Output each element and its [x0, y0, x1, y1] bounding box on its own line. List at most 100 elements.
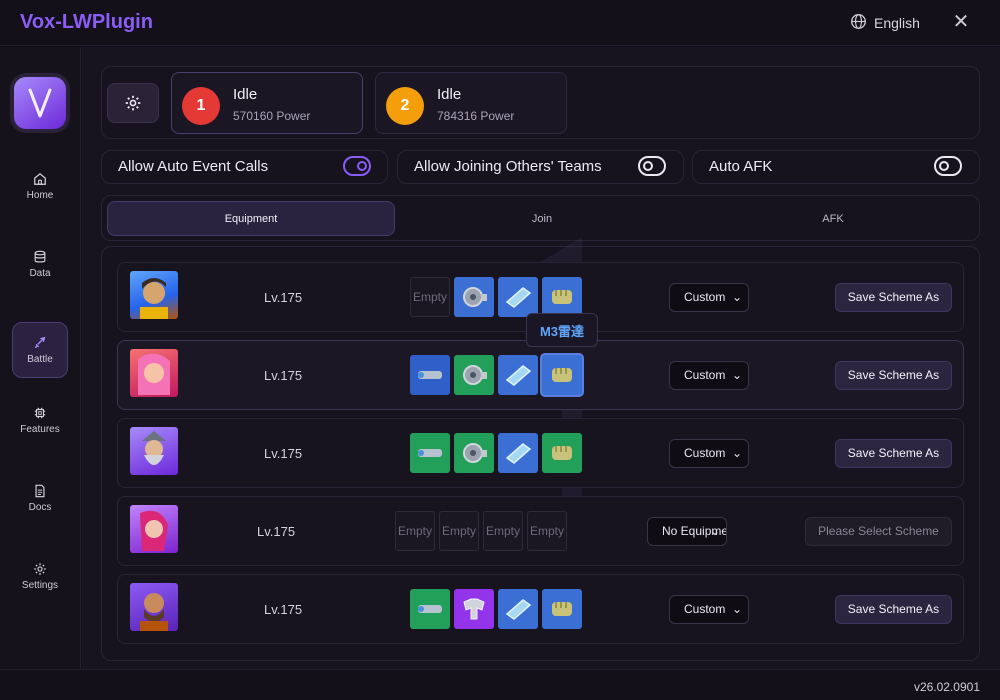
- tab-equipment[interactable]: Equipment: [107, 201, 395, 236]
- team-number-badge: 2: [386, 87, 424, 125]
- save-scheme-button[interactable]: Save Scheme As: [835, 361, 952, 390]
- join-others-teams-toggle[interactable]: [638, 156, 666, 176]
- equipment-slot[interactable]: [410, 355, 450, 395]
- gear-part-icon: [463, 365, 487, 385]
- globe-icon: [850, 13, 867, 33]
- chevron-down-icon: ⌄: [731, 368, 742, 382]
- close-icon[interactable]: ✕: [952, 12, 970, 32]
- team-2-status[interactable]: 2 Idle 784316 Power: [375, 72, 567, 134]
- save-scheme-button[interactable]: Save Scheme As: [835, 439, 952, 468]
- tab-afk[interactable]: AFK: [689, 201, 977, 236]
- equipment-slot-empty[interactable]: Empty: [395, 511, 435, 551]
- sidebar-item-features[interactable]: Features: [12, 392, 68, 448]
- hero-avatar: [130, 271, 178, 319]
- auto-event-calls-toggle[interactable]: [343, 156, 371, 176]
- toggle-label: Auto AFK: [709, 158, 773, 175]
- toggle-label: Allow Joining Others' Teams: [414, 158, 602, 175]
- save-scheme-button[interactable]: Save Scheme As: [835, 283, 952, 312]
- plate-icon: [505, 599, 532, 620]
- equipment-slot[interactable]: [410, 589, 450, 629]
- equipment-slot[interactable]: [454, 433, 494, 473]
- scheme-select[interactable]: No Equipment⌄: [647, 517, 727, 546]
- team-power: 570160 Power: [233, 109, 311, 123]
- equipment-slot-empty[interactable]: Empty: [439, 511, 479, 551]
- language-selector[interactable]: English: [850, 13, 920, 33]
- sidebar-item-battle[interactable]: Battle: [12, 322, 68, 378]
- sidebar: Home Data Battle Features Docs Settings: [0, 47, 81, 669]
- chevron-down-icon: ⌄: [731, 446, 742, 460]
- gear-icon: [125, 95, 141, 111]
- scheme-select[interactable]: Custom ⌄: [669, 283, 749, 312]
- team-power: 784316 Power: [437, 109, 515, 123]
- sidebar-item-docs[interactable]: Docs: [12, 470, 68, 526]
- scheme-select[interactable]: Custom ⌄: [669, 439, 749, 468]
- equipment-slot[interactable]: [542, 277, 582, 317]
- save-scheme-button[interactable]: Save Scheme As: [835, 595, 952, 624]
- hero-avatar: [130, 583, 178, 631]
- join-others-teams-setting: Allow Joining Others' Teams: [397, 150, 684, 184]
- hero-level: Lv.175: [257, 524, 296, 539]
- hero-avatar: [130, 427, 178, 475]
- sidebar-item-data[interactable]: Data: [12, 236, 68, 292]
- gear-part-icon: [463, 443, 487, 463]
- settings-button[interactable]: [107, 83, 159, 123]
- title-bar: Vox-LWPlugin English ✕: [0, 0, 1000, 46]
- equipment-slot-empty[interactable]: Empty: [410, 277, 450, 317]
- hero-level: Lv.175: [264, 446, 303, 461]
- sidebar-item-label: Battle: [27, 353, 53, 365]
- armor-icon: [463, 598, 485, 620]
- chevron-down-icon: ⌄: [731, 602, 742, 616]
- team-status-title: Idle: [437, 86, 462, 103]
- select-scheme-button[interactable]: Please Select Scheme: [805, 517, 952, 546]
- fist-icon: [552, 290, 572, 304]
- language-label: English: [874, 15, 920, 31]
- equipment-slot[interactable]: [542, 433, 582, 473]
- equipment-slot[interactable]: [542, 589, 582, 629]
- equipment-slot[interactable]: [454, 355, 494, 395]
- hero-row: Lv.175 Custom ⌄ Save Scheme As: [117, 418, 964, 488]
- hero-row: Lv.175 Custom ⌄ Save Scheme As: [117, 574, 964, 644]
- document-icon: [35, 484, 45, 497]
- toggle-label: Allow Auto Event Calls: [118, 158, 269, 175]
- equipment-slot[interactable]: [498, 277, 538, 317]
- gear-part-icon: [463, 287, 487, 307]
- home-icon: [34, 172, 46, 185]
- auto-afk-toggle[interactable]: [934, 156, 962, 176]
- chevron-down-icon: ⌄: [731, 290, 742, 304]
- sidebar-item-label: Docs: [28, 501, 52, 513]
- hero-row: Lv.175 Custom ⌄ Save Scheme As: [117, 340, 964, 410]
- plate-icon: [505, 443, 532, 464]
- equipment-slot[interactable]: [498, 433, 538, 473]
- sidebar-item-label: Features: [20, 423, 60, 435]
- sword-icon: [34, 336, 46, 348]
- binoculars-icon: [418, 605, 442, 613]
- sidebar-item-home[interactable]: Home: [12, 158, 68, 214]
- scheme-select[interactable]: Custom ⌄: [669, 361, 749, 390]
- binoculars-icon: [418, 371, 442, 379]
- hero-level: Lv.175: [264, 368, 303, 383]
- scheme-select[interactable]: Custom ⌄: [669, 595, 749, 624]
- equipment-tooltip: M3雷達: [526, 313, 598, 347]
- equipment-slot[interactable]: [498, 355, 538, 395]
- fist-icon: [552, 446, 572, 460]
- fist-icon: [552, 368, 572, 382]
- equipment-slot[interactable]: [454, 277, 494, 317]
- equipment-slot-empty[interactable]: Empty: [527, 511, 567, 551]
- team-1-status[interactable]: 1 Idle 570160 Power: [171, 72, 363, 134]
- equipment-slot-hovered[interactable]: [542, 355, 582, 395]
- equipment-slot[interactable]: [498, 589, 538, 629]
- hero-level: Lv.175: [264, 290, 303, 305]
- fist-icon: [552, 602, 572, 616]
- plate-icon: [505, 365, 532, 386]
- auto-afk-setting: Auto AFK: [692, 150, 980, 184]
- equipment-slot[interactable]: [454, 589, 494, 629]
- equipment-slot-empty[interactable]: Empty: [483, 511, 523, 551]
- chip-icon: [34, 407, 46, 418]
- sidebar-item-label: Home: [26, 189, 54, 201]
- database-icon: [34, 250, 46, 262]
- sidebar-item-settings[interactable]: Settings: [12, 548, 68, 604]
- chevron-down-icon: ⌄: [709, 524, 720, 538]
- binoculars-icon: [418, 449, 442, 457]
- plate-icon: [505, 287, 532, 308]
- equipment-slot[interactable]: [410, 433, 450, 473]
